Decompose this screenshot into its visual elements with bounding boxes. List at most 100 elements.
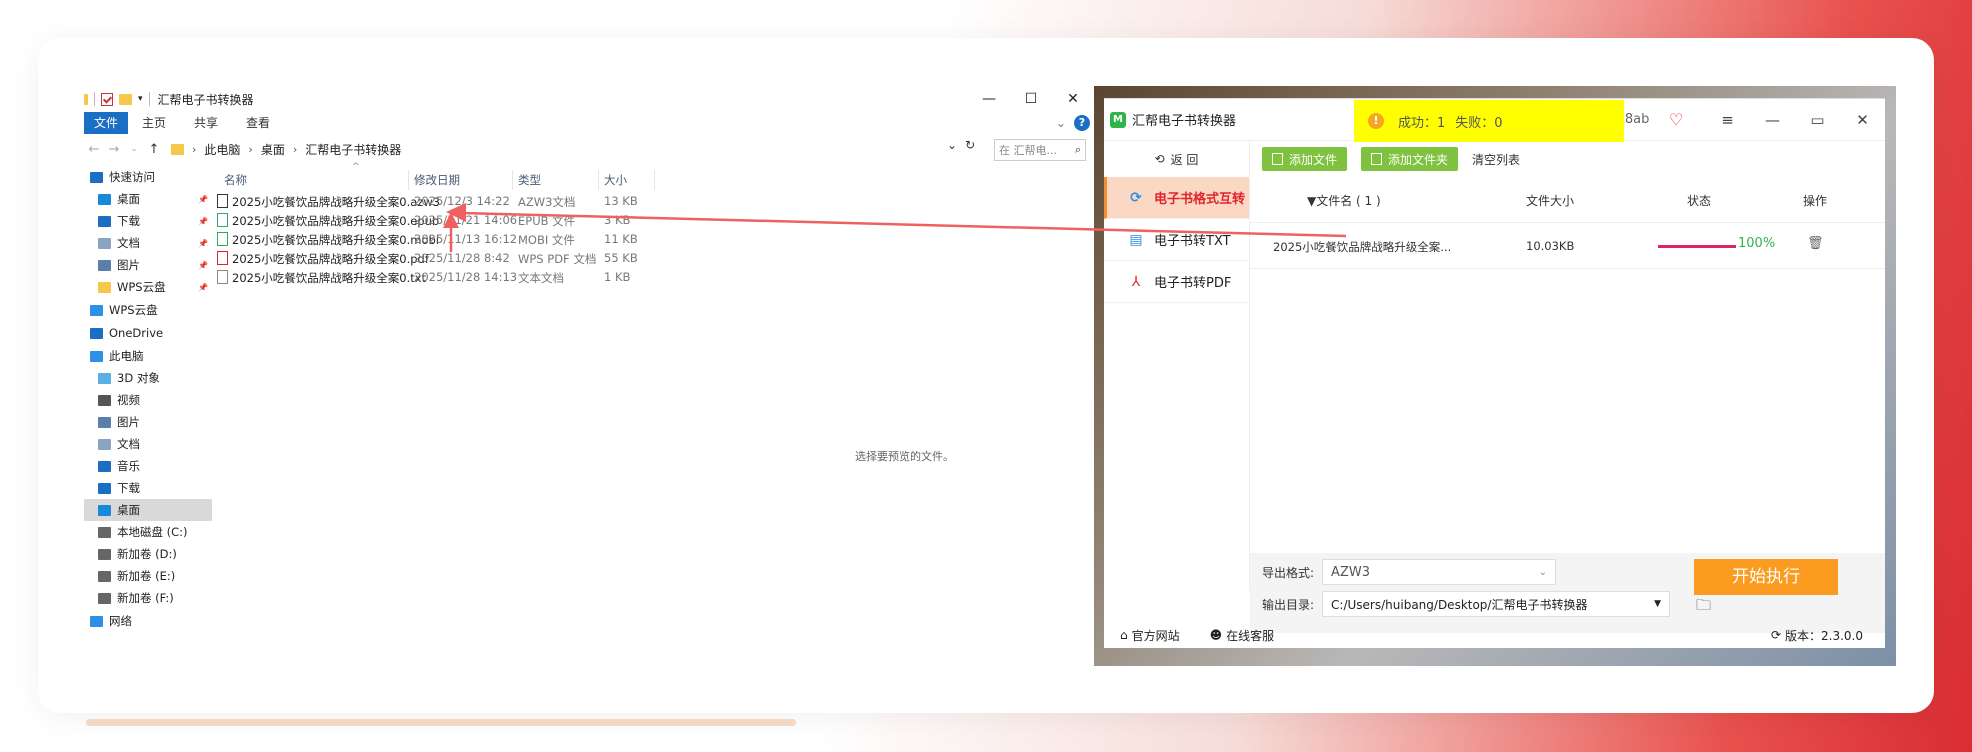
address-bar[interactable]: › 此电脑 › 桌面 › 汇帮电子书转换器 xyxy=(168,138,961,160)
nav-item[interactable]: 下载 📌 xyxy=(84,210,212,232)
nav-item-label: 图片 xyxy=(117,415,140,429)
network-icon xyxy=(90,615,103,627)
tab-home[interactable]: 主页 xyxy=(128,112,180,134)
file-row[interactable]: 2025小吃餐饮品牌战略升级全案0.azw3 2025/12/3 14:22 AZW… xyxy=(212,192,1094,211)
drive-icon xyxy=(98,570,111,582)
search-input[interactable]: 在 汇帮电... ⌕ xyxy=(994,139,1086,161)
nav-item[interactable]: OneDrive xyxy=(84,322,212,344)
column-date[interactable]: 修改日期 xyxy=(414,172,460,188)
nav-item-label: 3D 对象 xyxy=(117,371,160,385)
recent-locations-icon[interactable]: ⌄ xyxy=(124,144,144,154)
nav-item[interactable]: 下载 xyxy=(84,477,212,499)
breadcrumb-desktop[interactable]: 桌面 xyxy=(261,141,285,158)
new-folder-icon[interactable] xyxy=(119,93,132,105)
help-icon[interactable]: ? xyxy=(1074,115,1090,131)
version-info[interactable]: ⟳ 版本：2.3.0.0 xyxy=(1771,627,1863,644)
nav-item[interactable]: 桌面 📌 xyxy=(84,188,212,210)
table-row[interactable]: 2025小吃餐饮品牌战略升级全案... 10.03KB 100% 🗑 xyxy=(1250,223,1885,269)
nav-item[interactable]: 图片 📌 xyxy=(84,254,212,276)
start-button[interactable]: 开始执行 xyxy=(1694,559,1838,595)
vip-heart-icon[interactable]: ♡ xyxy=(1669,110,1683,129)
file-row[interactable]: 2025小吃餐饮品牌战略升级全案0.pdf 2025/11/28 8:42 WPS … xyxy=(212,249,1094,268)
expand-ribbon-icon[interactable]: ⌄ xyxy=(1056,116,1066,130)
picture-icon xyxy=(98,259,111,271)
breadcrumb-current[interactable]: 汇帮电子书转换器 xyxy=(305,141,401,158)
nav-item[interactable]: 网络 xyxy=(84,610,212,632)
file-row[interactable]: 2025小吃餐饮品牌战略升级全案0.epub 2025/11/21 14:06 EP… xyxy=(212,211,1094,230)
sidebar-item-format-convert[interactable]: ⟳ 电子书格式互转 xyxy=(1104,177,1249,219)
header-status: 状态 xyxy=(1687,194,1712,208)
picture-icon xyxy=(98,416,111,428)
close-button[interactable]: ✕ xyxy=(1052,86,1094,112)
delete-icon[interactable]: 🗑 xyxy=(1807,236,1824,251)
document-icon xyxy=(98,237,111,249)
format-select[interactable]: AZW3 ⌄ xyxy=(1322,559,1557,585)
tab-view[interactable]: 查看 xyxy=(232,112,284,134)
maximize-icon[interactable]: ▭ xyxy=(1795,111,1840,129)
column-size[interactable]: 大小 xyxy=(604,172,627,188)
nav-item[interactable]: WPS云盘 xyxy=(84,299,212,321)
nav-item[interactable]: 图片 xyxy=(84,411,212,433)
address-dropdown-icon[interactable]: ⌄ xyxy=(947,138,957,152)
nav-item[interactable]: 音乐 xyxy=(84,455,212,477)
file-row[interactable]: 2025小吃餐饮品牌战略升级全案0.mobi 2025/11/13 16:12 MO… xyxy=(212,230,1094,249)
properties-icon[interactable] xyxy=(101,92,113,106)
app-sidebar: ⟲ 返 回 ⟳ 电子书格式互转 ▤ 电子书转TXT ⅄ 电子书转PDF xyxy=(1104,141,1250,591)
nav-item-label: 文档 xyxy=(117,437,140,451)
back-arrow-icon[interactable]: ← xyxy=(84,142,104,157)
file-date: 2025/11/21 14:06 xyxy=(414,213,518,227)
folder-icon xyxy=(98,281,111,293)
nav-item[interactable]: 桌面 xyxy=(84,499,212,521)
divider xyxy=(148,92,150,106)
website-link[interactable]: ⌂ 官方网站 xyxy=(1120,627,1180,644)
nav-item[interactable]: 新加卷 (D:) xyxy=(84,543,212,565)
info-icon: ! xyxy=(1368,113,1384,129)
minimize-button[interactable]: — xyxy=(968,86,1010,112)
file-date: 2025/11/28 14:13 xyxy=(414,270,518,284)
nav-item[interactable]: 此电脑 xyxy=(84,345,212,367)
row-filesize: 10.03KB xyxy=(1526,239,1575,253)
back-button[interactable]: ⟲ 返 回 xyxy=(1104,141,1249,177)
column-type[interactable]: 类型 xyxy=(518,172,541,188)
nav-item[interactable]: 快速访问 xyxy=(84,166,212,188)
nav-item[interactable]: WPS云盘 📌 xyxy=(84,276,212,298)
refresh-icon[interactable]: ↻ xyxy=(965,138,975,152)
minimize-icon[interactable]: — xyxy=(1750,111,1795,129)
menu-icon[interactable]: ≡ xyxy=(1705,111,1750,129)
status-percent: 100% xyxy=(1738,236,1776,251)
navigation-pane: 快速访问 桌面 📌 下载 📌 文档 📌 图片 📌 WPS云盘 📌 WPS云盘 OneDrive 此电脑 3D… xyxy=(84,166,212,666)
open-folder-icon[interactable]: 🗀 xyxy=(1696,595,1711,620)
maximize-button[interactable]: ☐ xyxy=(1010,86,1052,112)
nav-item[interactable]: 3D 对象 xyxy=(84,367,212,389)
tab-file[interactable]: 文件 xyxy=(84,112,129,134)
sidebar-item-to-pdf[interactable]: ⅄ 电子书转PDF xyxy=(1104,261,1249,303)
nav-item[interactable]: 本地磁盘 (C:) xyxy=(84,521,212,543)
nav-item[interactable]: 文档 xyxy=(84,433,212,455)
dir-label: 输出目录: xyxy=(1262,597,1315,612)
output-dir-select[interactable]: C:/Users/huibang/Desktop/汇帮电子书转换器 ▼ xyxy=(1322,591,1671,617)
breadcrumb-this-pc[interactable]: 此电脑 xyxy=(204,141,240,158)
nav-item[interactable]: 文档 📌 xyxy=(84,232,212,254)
support-link[interactable]: ☻ 在线客服 xyxy=(1210,627,1275,644)
sidebar-item-to-txt[interactable]: ▤ 电子书转TXT xyxy=(1104,219,1249,261)
file-row[interactable]: 2025小吃餐饮品牌战略升级全案0.txt 2025/11/28 14:13 文本文… xyxy=(212,268,1094,287)
format-value: AZW3 xyxy=(1331,564,1370,580)
close-icon[interactable]: ✕ xyxy=(1840,111,1885,129)
caret-down-icon: ▼ xyxy=(1654,599,1662,609)
add-folder-button[interactable]: 添加文件夹 xyxy=(1361,147,1459,171)
nav-item-label: 文档 xyxy=(117,236,140,250)
file-type: EPUB 文件 xyxy=(518,214,576,228)
column-name[interactable]: 名称 xyxy=(224,172,247,188)
forward-arrow-icon[interactable]: → xyxy=(104,142,124,157)
nav-item[interactable]: 新加卷 (F:) xyxy=(84,587,212,609)
up-arrow-icon[interactable]: ↑ xyxy=(144,142,164,157)
download-icon xyxy=(98,215,111,227)
nav-item[interactable]: 新加卷 (E:) xyxy=(84,565,212,587)
nav-item[interactable]: 视频 xyxy=(84,389,212,411)
tab-share[interactable]: 共享 xyxy=(180,112,232,134)
customize-toolbar-icon[interactable]: ▾ xyxy=(138,94,143,104)
header-filename[interactable]: ▼文件名 ( 1 ) xyxy=(1307,192,1381,209)
converter-window: M 汇帮电子书转换器 X8ab ♡ ≡ — ▭ ✕ ⟲ 返 回 ⟳ 电子书格式互… xyxy=(1104,98,1885,648)
add-file-button[interactable]: 添加文件 xyxy=(1262,147,1348,171)
clear-list-button[interactable]: 清空列表 xyxy=(1472,151,1520,168)
